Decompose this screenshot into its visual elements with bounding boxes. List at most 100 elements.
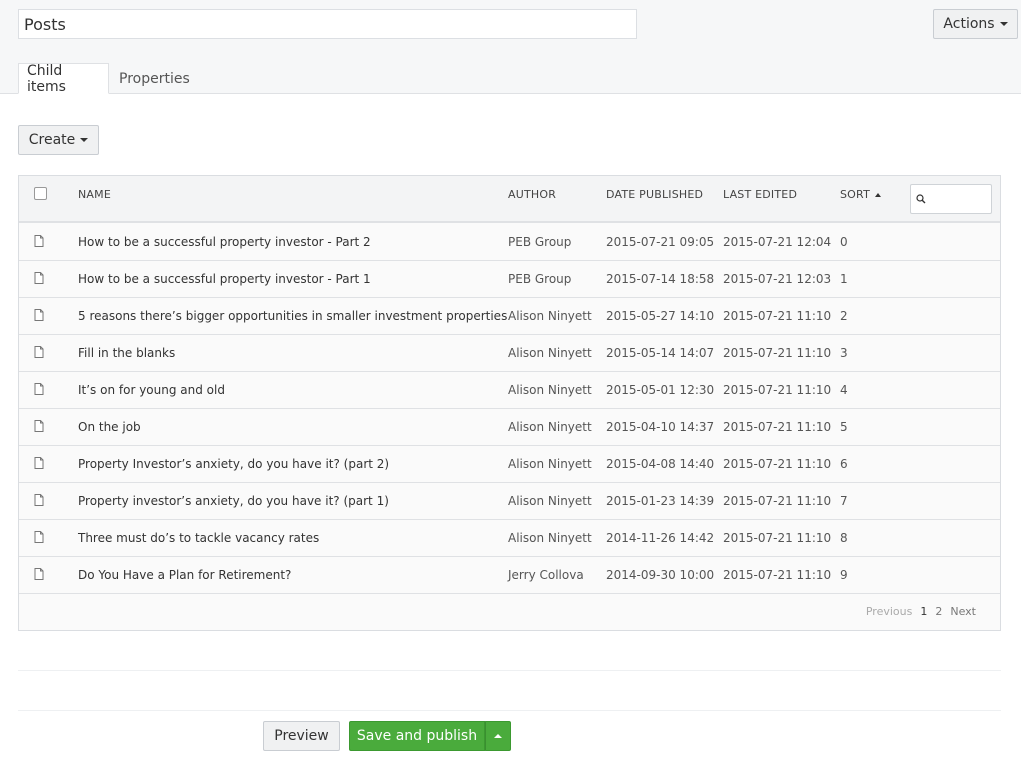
publish-label: Save and publish bbox=[356, 728, 478, 744]
row-last-edited: 2015-07-21 11:10 bbox=[723, 309, 832, 323]
row-last-edited: 2015-07-21 11:10 bbox=[723, 494, 832, 508]
row-sort: 0 bbox=[840, 235, 848, 249]
row-date-published: 2015-07-14 18:58 bbox=[606, 272, 715, 286]
divider bbox=[18, 670, 1001, 671]
caret-down-icon bbox=[80, 138, 89, 142]
row-author: Alison Ninyett bbox=[508, 494, 592, 508]
select-all-checkbox[interactable] bbox=[34, 187, 47, 200]
table-row[interactable]: How to be a successful property investor… bbox=[19, 261, 1000, 298]
actions-label: Actions bbox=[943, 16, 995, 32]
page-icon bbox=[34, 420, 44, 432]
tab-child-items[interactable]: Child items bbox=[18, 62, 109, 95]
publish-more-options-button[interactable] bbox=[485, 721, 511, 751]
row-name: Property Investor’s anxiety, do you have… bbox=[78, 457, 390, 471]
row-sort: 8 bbox=[840, 531, 848, 545]
previous-link[interactable]: Previous bbox=[866, 605, 913, 618]
row-author: Jerry Collova bbox=[508, 568, 584, 582]
row-name: On the job bbox=[78, 420, 141, 434]
column-sort[interactable]: SORT bbox=[840, 188, 882, 201]
row-sort: 1 bbox=[840, 272, 848, 286]
row-last-edited: 2015-07-21 12:03 bbox=[723, 272, 832, 286]
row-author: Alison Ninyett bbox=[508, 383, 592, 397]
table-row[interactable]: Fill in the blanks Alison Ninyett 2015-05-… bbox=[19, 335, 1000, 372]
row-name: 5 reasons there’s bigger opportunities i… bbox=[78, 309, 508, 323]
table-row[interactable]: On the job Alison Ninyett 2015-04-10 14:37… bbox=[19, 409, 1000, 446]
row-last-edited: 2015-07-21 12:04 bbox=[723, 235, 832, 249]
row-date-published: 2015-05-01 12:30 bbox=[606, 383, 715, 397]
row-author: Alison Ninyett bbox=[508, 531, 592, 545]
row-sort: 9 bbox=[840, 568, 848, 582]
table-row[interactable]: How to be a successful property investor… bbox=[19, 224, 1000, 261]
row-sort: 5 bbox=[840, 420, 848, 434]
tab-label: Properties bbox=[119, 70, 190, 87]
page-link-1[interactable]: 1 bbox=[920, 605, 927, 618]
table-row[interactable]: Do You Have a Plan for Retirement? Jerry … bbox=[19, 557, 1000, 594]
page-icon bbox=[34, 383, 44, 395]
preview-button[interactable]: Preview bbox=[263, 721, 340, 751]
row-name: How to be a successful property investor… bbox=[78, 235, 371, 249]
preview-label: Preview bbox=[274, 728, 329, 744]
column-name[interactable]: NAME bbox=[78, 188, 111, 201]
page-icon bbox=[34, 235, 44, 247]
row-sort: 2 bbox=[840, 309, 848, 323]
tab-properties[interactable]: Properties bbox=[111, 63, 198, 94]
row-date-published: 2015-04-08 14:40 bbox=[606, 457, 715, 471]
row-author: Alison Ninyett bbox=[508, 346, 592, 360]
row-name: It’s on for young and old bbox=[78, 383, 225, 397]
row-sort: 4 bbox=[840, 383, 848, 397]
caret-down-icon bbox=[999, 22, 1008, 26]
title-field[interactable] bbox=[18, 9, 637, 39]
row-name: Fill in the blanks bbox=[78, 346, 176, 360]
pagination: Previous 1 2 Next bbox=[866, 605, 976, 618]
row-last-edited: 2015-07-21 11:10 bbox=[723, 568, 832, 582]
grid-header: NAME AUTHOR DATE PUBLISHED LAST EDITED S… bbox=[19, 176, 1000, 223]
page-link-2[interactable]: 2 bbox=[935, 605, 942, 618]
table-row[interactable]: Property investor’s anxiety, do you have… bbox=[19, 483, 1000, 520]
row-author: Alison Ninyett bbox=[508, 420, 592, 434]
page-icon bbox=[34, 346, 44, 358]
column-sort-label: SORT bbox=[840, 188, 871, 201]
column-last-edited[interactable]: LAST EDITED bbox=[723, 188, 797, 201]
create-label: Create bbox=[28, 132, 76, 148]
create-button[interactable]: Create bbox=[18, 125, 99, 155]
sort-ascending-icon bbox=[875, 193, 882, 197]
row-author: PEB Group bbox=[508, 235, 572, 249]
save-and-publish-button[interactable]: Save and publish bbox=[349, 721, 485, 751]
row-name: Three must do’s to tackle vacancy rates bbox=[78, 531, 320, 545]
row-date-published: 2015-05-27 14:10 bbox=[606, 309, 715, 323]
row-sort: 3 bbox=[840, 346, 848, 360]
table-row[interactable]: Property Investor’s anxiety, do you have… bbox=[19, 446, 1000, 483]
row-sort: 7 bbox=[840, 494, 848, 508]
row-name: How to be a successful property investor… bbox=[78, 272, 371, 286]
row-name: Do You Have a Plan for Retirement? bbox=[78, 568, 292, 582]
column-author[interactable]: AUTHOR bbox=[508, 188, 556, 201]
row-date-published: 2014-09-30 10:00 bbox=[606, 568, 715, 582]
table-row[interactable]: Three must do’s to tackle vacancy rates A… bbox=[19, 520, 1000, 557]
page-icon bbox=[34, 531, 44, 543]
row-author: Alison Ninyett bbox=[508, 457, 592, 471]
child-items-grid: NAME AUTHOR DATE PUBLISHED LAST EDITED S… bbox=[18, 175, 1001, 631]
actions-button[interactable]: Actions bbox=[933, 9, 1018, 39]
divider bbox=[18, 710, 1001, 711]
row-last-edited: 2015-07-21 11:10 bbox=[723, 420, 832, 434]
grid-search-input[interactable] bbox=[910, 184, 992, 214]
row-sort: 6 bbox=[840, 457, 848, 471]
caret-up-icon bbox=[494, 734, 502, 738]
edit-header: Actions Child items Properties bbox=[0, 0, 1021, 95]
column-date-published[interactable]: DATE PUBLISHED bbox=[606, 188, 703, 201]
row-last-edited: 2015-07-21 11:10 bbox=[723, 531, 832, 545]
tab-label: Child items bbox=[27, 62, 66, 95]
row-date-published: 2015-05-14 14:07 bbox=[606, 346, 715, 360]
search-icon bbox=[916, 194, 926, 204]
page-icon bbox=[34, 568, 44, 580]
page-icon bbox=[34, 309, 44, 321]
row-last-edited: 2015-07-21 11:10 bbox=[723, 346, 832, 360]
row-author: PEB Group bbox=[508, 272, 572, 286]
page-icon bbox=[34, 457, 44, 469]
row-date-published: 2015-07-21 09:05 bbox=[606, 235, 715, 249]
table-row[interactable]: It’s on for young and old Alison Ninyett 2… bbox=[19, 372, 1000, 409]
table-row[interactable]: 5 reasons there’s bigger opportunities i… bbox=[19, 298, 1000, 335]
row-date-published: 2015-01-23 14:39 bbox=[606, 494, 715, 508]
row-last-edited: 2015-07-21 11:10 bbox=[723, 457, 832, 471]
next-link[interactable]: Next bbox=[950, 605, 976, 618]
